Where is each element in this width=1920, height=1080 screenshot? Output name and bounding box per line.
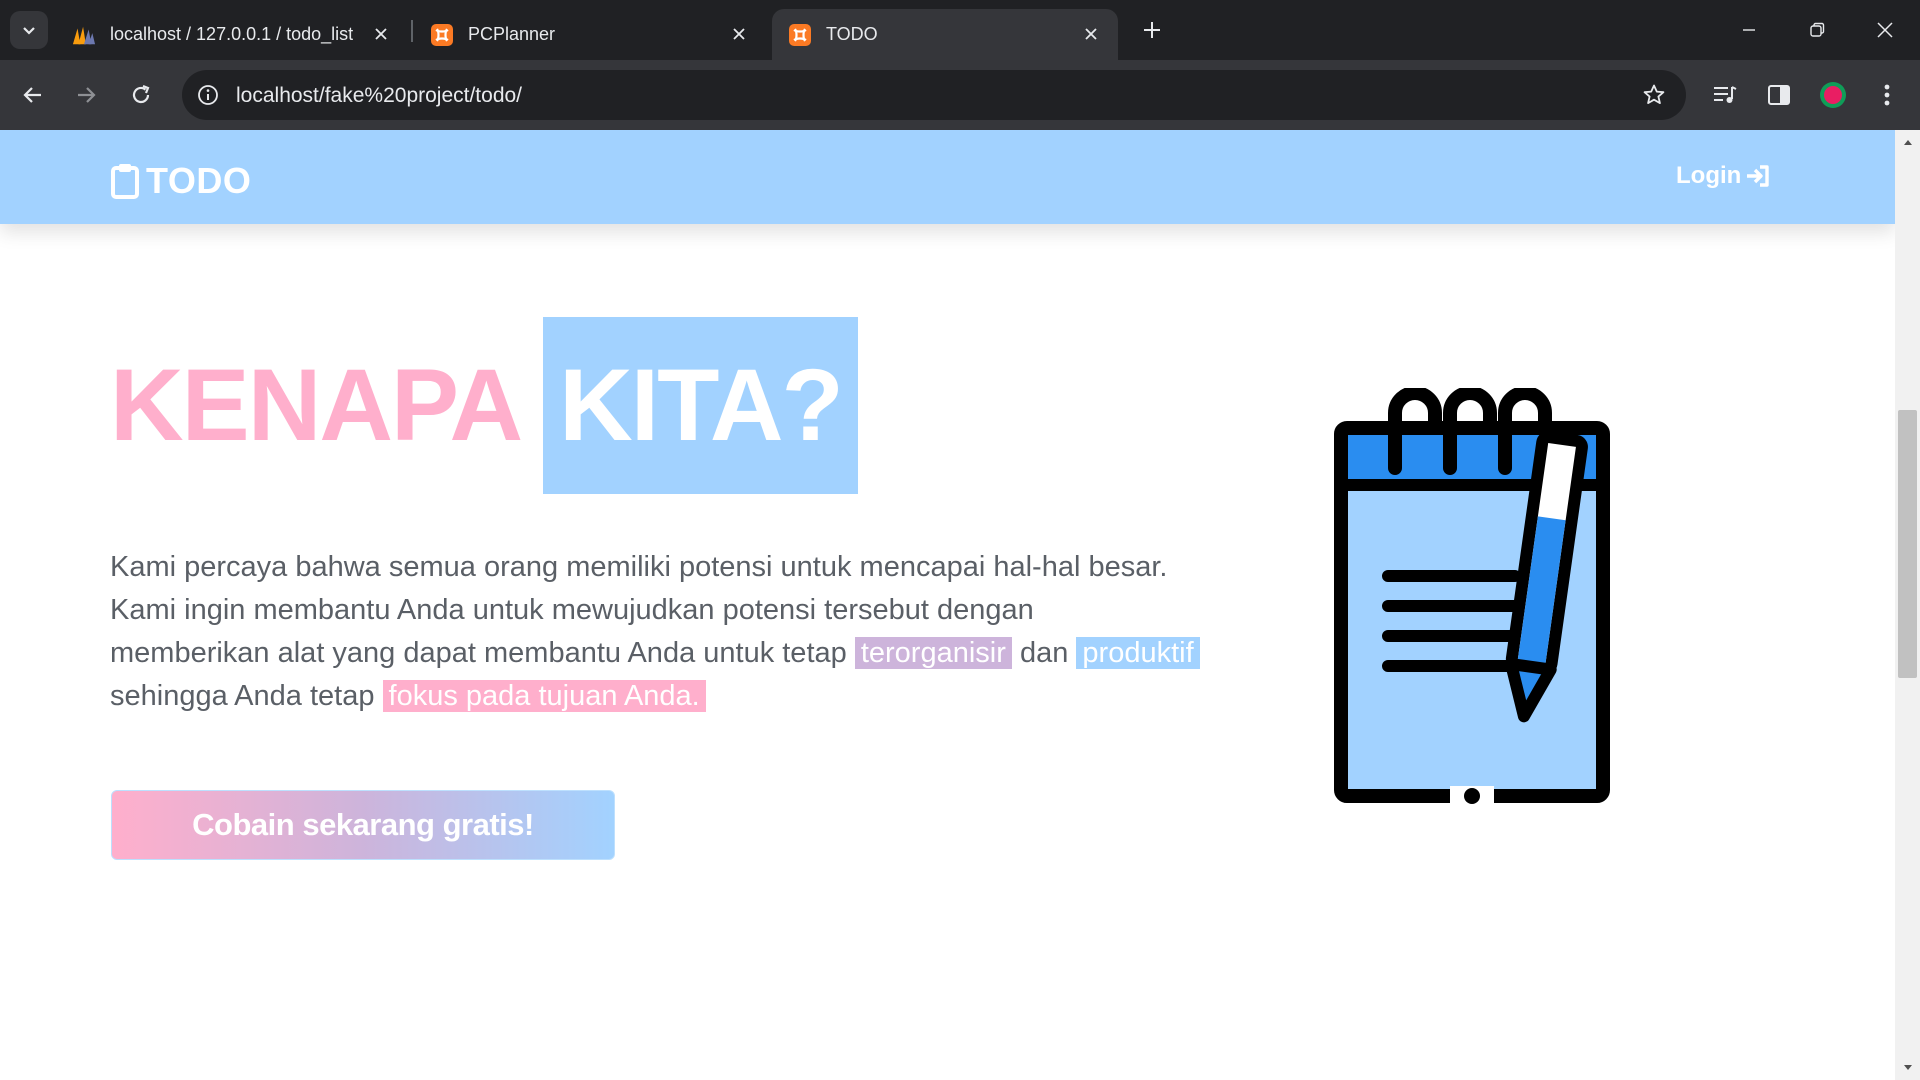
minimize-icon — [1743, 29, 1755, 31]
page-scrollbar[interactable] — [1895, 130, 1920, 1080]
reload-icon — [132, 84, 150, 104]
forward-button[interactable] — [66, 75, 106, 115]
tab-separator — [411, 20, 413, 42]
back-button[interactable] — [13, 75, 53, 115]
description-text: dan — [1019, 637, 1069, 669]
side-panel-icon — [1768, 85, 1790, 105]
scroll-up-arrow-icon[interactable] — [1895, 130, 1920, 154]
scroll-down-arrow-icon[interactable] — [1895, 1056, 1920, 1080]
close-icon[interactable] — [1080, 23, 1102, 45]
arrow-right-icon — [78, 87, 96, 103]
tab-title: localhost / 127.0.0.1 / todo_list — [110, 24, 354, 44]
highlight-fokus: fokus pada tujuan Anda. — [382, 680, 706, 712]
browser-toolbar: localhost/fake%20project/todo/ — [0, 60, 1920, 130]
profile-button[interactable] — [1816, 78, 1850, 112]
clipboard-icon — [111, 164, 139, 199]
scroll-thumb[interactable] — [1898, 410, 1917, 678]
tab-strip: localhost / 127.0.0.1 / todo_list PCPlan… — [0, 0, 1920, 60]
bookmark-star-icon[interactable] — [1640, 81, 1668, 109]
close-icon[interactable] — [370, 23, 392, 45]
hero-description: Kami percaya bahwa semua orang memiliki … — [110, 546, 1200, 718]
highlight-terorganisir: terorganisir — [854, 637, 1012, 669]
restore-icon — [1810, 22, 1825, 37]
side-panel-button[interactable] — [1762, 78, 1796, 112]
description-text: sehingga Anda tetap — [110, 680, 375, 712]
more-vertical-icon — [1884, 84, 1890, 106]
tab-pcplanner[interactable]: PCPlanner — [414, 9, 766, 60]
xampp-icon — [430, 23, 454, 47]
hero-title-part2: KITA? — [559, 348, 844, 462]
browser-menu-button[interactable] — [1870, 78, 1904, 112]
new-tab-button[interactable] — [1137, 15, 1167, 45]
phpmyadmin-icon — [72, 23, 96, 47]
try-free-label: Cobain sekarang gratis! — [192, 807, 534, 842]
brand-text: TODO — [146, 160, 252, 201]
xampp-icon — [788, 23, 812, 47]
tab-title: PCPlanner — [468, 24, 556, 44]
close-icon[interactable] — [728, 23, 750, 45]
hero-title-highlight: KITA? — [543, 317, 858, 494]
close-icon — [1877, 22, 1893, 38]
chevron-down-icon — [23, 27, 35, 35]
reload-button[interactable] — [121, 75, 161, 115]
playlist-icon — [1714, 86, 1737, 103]
page-viewport: TODO Login KENAPA KITA? Kami percaya bah… — [0, 130, 1920, 1080]
try-free-button[interactable]: Cobain sekarang gratis! — [111, 790, 615, 860]
url-text: localhost/fake%20project/todo/ — [236, 84, 523, 107]
highlight-produktif: produktif — [1076, 637, 1200, 669]
brand-logo[interactable]: TODO — [110, 160, 251, 202]
hero-title: KENAPA KITA? — [110, 317, 858, 494]
sign-in-icon — [1747, 165, 1770, 187]
notepad-pen-icon — [1334, 388, 1610, 804]
hero-title-part1: KENAPA — [110, 348, 523, 462]
tab-search-button[interactable] — [10, 11, 48, 49]
profile-avatar-icon — [1820, 82, 1846, 108]
minimize-button[interactable] — [1724, 10, 1774, 50]
address-bar[interactable]: localhost/fake%20project/todo/ — [182, 70, 1686, 120]
tab-phpmyadmin[interactable]: localhost / 127.0.0.1 / todo_list — [56, 9, 408, 60]
arrow-left-icon — [23, 87, 41, 103]
site-info-icon[interactable] — [194, 81, 222, 109]
restore-button[interactable] — [1792, 10, 1842, 50]
tab-title: TODO — [826, 24, 878, 44]
login-link[interactable]: Login — [1676, 162, 1771, 190]
login-label: Login — [1676, 162, 1742, 189]
close-window-button[interactable] — [1860, 10, 1910, 50]
tab-todo[interactable]: TODO — [772, 9, 1118, 60]
media-control-button[interactable] — [1708, 78, 1742, 112]
plus-icon — [1144, 22, 1160, 38]
site-navbar: TODO Login — [0, 130, 1895, 224]
